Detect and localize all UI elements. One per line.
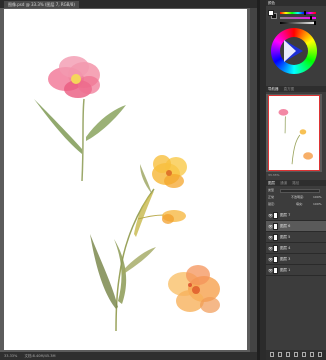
layers-panel: 类型 正常 不透明度: 100% 锁定: 填充: 100% 👁 图层 7 👁 图…: [266, 180, 326, 360]
layer-thumbnail: [273, 223, 278, 230]
canvas-area[interactable]: [0, 8, 257, 352]
foreground-color-swatch[interactable]: [268, 10, 274, 16]
navigator-zoom-value[interactable]: 33.33%: [268, 173, 279, 177]
layers-footer-toolbar: [266, 350, 326, 360]
adjustment-layer-icon[interactable]: [294, 352, 298, 357]
artboard[interactable]: [4, 9, 247, 350]
watercolor-flowers-artwork: [34, 56, 220, 332]
layer-thumbnail: [273, 267, 278, 274]
navigator-view-box[interactable]: [268, 95, 320, 171]
layer-row-selected[interactable]: 👁 图层 6: [266, 221, 326, 232]
layer-row[interactable]: 👁 图层 7: [266, 210, 326, 221]
new-group-icon[interactable]: [302, 352, 306, 357]
layer-thumbnail: [273, 234, 278, 241]
status-bar: 33.33% 文档:8.40M/45.3M: [0, 352, 257, 360]
saturation-slider[interactable]: [280, 16, 316, 20]
layer-name[interactable]: 图层 6: [280, 221, 290, 232]
document-tab-bar: 图像.psd @ 33.3% (图层 7, RGB/8): [0, 0, 257, 8]
layer-filter-icons[interactable]: [280, 188, 320, 193]
link-layers-icon[interactable]: [270, 352, 274, 357]
navigator-panel: 33.33%: [266, 86, 326, 178]
vertical-scrollbar[interactable]: [250, 8, 257, 352]
color-wheel[interactable]: [271, 28, 317, 74]
layer-row[interactable]: 👁 图层 5: [266, 232, 326, 243]
layer-row[interactable]: 👁 图层 1: [266, 265, 326, 276]
navigator-thumbnail[interactable]: [266, 94, 322, 172]
tab-color[interactable]: 颜色: [268, 1, 275, 5]
layer-row[interactable]: 👁 图层 3: [266, 254, 326, 265]
new-layer-icon[interactable]: [310, 352, 314, 357]
blend-mode-select[interactable]: 正常: [268, 194, 274, 201]
layer-thumbnail: [273, 256, 278, 263]
add-mask-icon[interactable]: [286, 352, 290, 357]
layer-name[interactable]: 图层 1: [280, 265, 290, 276]
layer-kind-filter[interactable]: 类型: [268, 187, 274, 194]
fill-input[interactable]: 100%: [313, 201, 322, 208]
navigator-preview-image: [278, 109, 314, 165]
layer-filter-row: 类型: [266, 187, 326, 194]
color-triangle-shade: [284, 40, 296, 62]
layer-name[interactable]: 图层 3: [280, 254, 290, 265]
opacity-label: 不透明度:: [291, 195, 305, 199]
layer-name[interactable]: 图层 4: [280, 243, 290, 254]
layer-style-icon[interactable]: [278, 352, 282, 357]
layer-name[interactable]: 图层 7: [280, 210, 290, 221]
status-doc-info: 文档:8.40M/45.3M: [24, 354, 56, 358]
color-wheel-center: [280, 37, 308, 65]
brightness-slider[interactable]: [280, 21, 316, 25]
saturation-slider-knob[interactable]: [310, 16, 312, 20]
hue-slider-knob[interactable]: [304, 11, 306, 15]
brightness-slider-knob[interactable]: [314, 21, 316, 25]
hue-slider[interactable]: [280, 11, 316, 15]
layer-blend-row: 正常 不透明度: 100%: [266, 194, 326, 201]
opacity-input[interactable]: 100%: [313, 194, 322, 201]
layer-row[interactable]: 👁 图层 4: [266, 243, 326, 254]
color-panel: [266, 6, 326, 86]
lock-label: 锁定:: [268, 202, 276, 206]
layer-name[interactable]: 图层 5: [280, 232, 290, 243]
layer-lock-row: 锁定: 填充: 100%: [266, 201, 326, 208]
delete-layer-icon[interactable]: [318, 352, 322, 357]
status-zoom[interactable]: 33.33%: [4, 354, 17, 358]
document-tab[interactable]: 图像.psd @ 33.3% (图层 7, RGB/8): [4, 1, 79, 8]
fill-label: 填充:: [296, 202, 304, 206]
right-panel-column: 颜色 导航器 直方图 33.33% 图层 通道 路径 类型 正常 不透明度: 1…: [266, 0, 326, 360]
layer-thumbnail: [273, 212, 278, 219]
layer-thumbnail: [273, 245, 278, 252]
